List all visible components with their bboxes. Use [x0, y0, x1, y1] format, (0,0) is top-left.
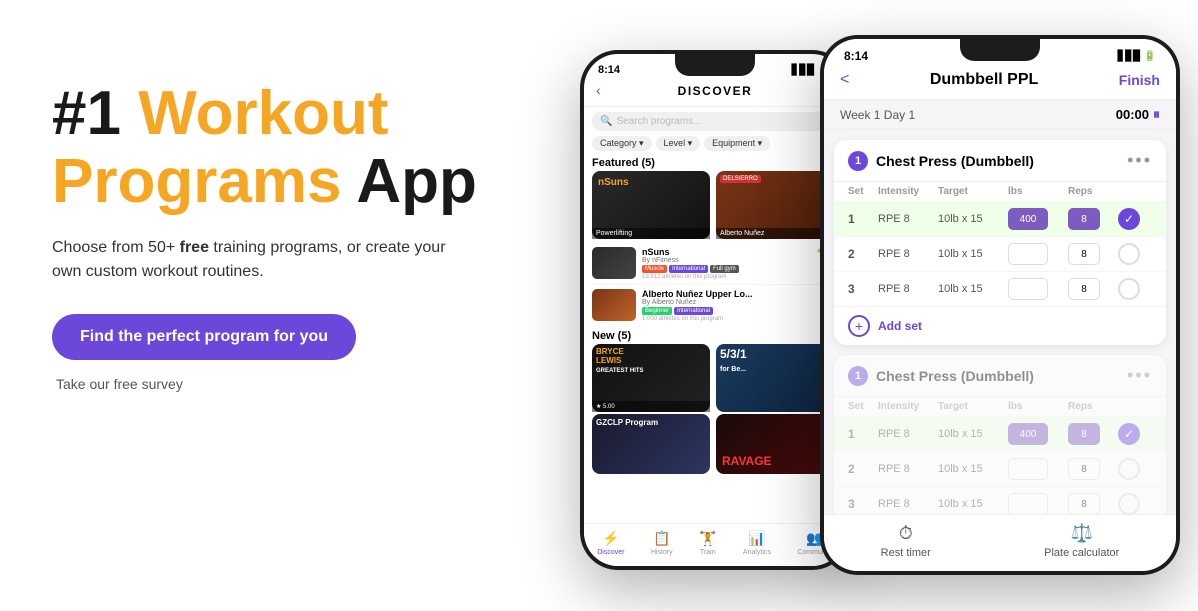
add-set-label: Add set — [878, 319, 922, 333]
filter-equipment[interactable]: Equipment ▾ — [704, 136, 770, 151]
reps-input-2[interactable]: 8 — [1068, 243, 1100, 265]
new-card-1[interactable]: BRYCELEWISGREATEST HITS ★ 5.00 — [592, 344, 710, 412]
exercise-number: 1 — [848, 151, 868, 171]
nav-train[interactable]: 🏋️ Train — [699, 530, 716, 556]
finish-button[interactable]: Finish — [1119, 72, 1160, 88]
featured-label: Featured (5) — [584, 155, 846, 171]
add-set-row[interactable]: + Add set — [834, 307, 1166, 345]
set-num-1: 1 — [848, 212, 878, 226]
lbs-input-3[interactable] — [1008, 278, 1048, 300]
set-target-3: 10lb x 15 — [938, 283, 1008, 295]
workout-title: Dumbbell PPL — [930, 71, 1038, 89]
set-intensity-3: RPE 8 — [878, 283, 938, 295]
hero-title: #1 Workout Programs App — [52, 80, 532, 216]
reps-input-1[interactable]: 8 — [1068, 208, 1100, 230]
set-intensity-1: RPE 8 — [878, 213, 938, 225]
back-button[interactable]: < — [840, 71, 849, 89]
nav-discover[interactable]: ⚡ Discover — [597, 530, 624, 556]
title-number: #1 — [52, 79, 121, 148]
phone-discover: 8:14 ▋▊▉ 🔋 ‹ DISCOVER 🔍 Search programs.… — [580, 50, 850, 570]
nav-history[interactable]: 📋 History — [651, 530, 673, 556]
pause-icon[interactable]: ⏸ — [1153, 106, 1160, 123]
more-options[interactable]: ••• — [1127, 150, 1152, 171]
week-info: Week 1 Day 1 00:00 ⏸ — [824, 100, 1176, 130]
nav-analytics[interactable]: 📊 Analytics — [743, 530, 771, 556]
tracker-header: < Dumbbell PPL Finish — [824, 67, 1176, 100]
hero-section: #1 Workout Programs App Choose from 50+ … — [52, 80, 532, 392]
filter-category[interactable]: Category ▾ — [592, 136, 652, 151]
set-num-2: 2 — [848, 247, 878, 261]
title-suffix: App — [356, 147, 477, 216]
program-list: nSuns By nFitness Muscle International F… — [584, 243, 846, 328]
set-intensity-2: RPE 8 — [878, 248, 938, 260]
lower-card-2[interactable]: RAVAGE — [716, 414, 834, 474]
check-2[interactable] — [1118, 243, 1140, 265]
timer: 00:00 ⏸ — [1116, 106, 1160, 123]
cta-button[interactable]: Find the perfect program for you — [52, 314, 356, 360]
exercise-section-1: 1 Chest Press (Dumbbell) ••• Set Intensi… — [834, 140, 1166, 345]
rest-timer-btn[interactable]: ⏱ Rest timer — [881, 523, 931, 559]
phone-notch — [675, 54, 755, 76]
hero-subtitle: Choose from 50+ free training programs, … — [52, 236, 472, 284]
survey-link[interactable]: Take our free survey — [56, 376, 532, 392]
search-bar[interactable]: 🔍 Search programs... — [592, 112, 838, 131]
lbs-input-2[interactable] — [1008, 243, 1048, 265]
add-set-icon: + — [848, 315, 870, 337]
new-card-2[interactable]: 5/3/1for Be... — [716, 344, 834, 412]
status-time-left: 8:14 — [598, 64, 620, 76]
set-target-1: 10lb x 15 — [938, 213, 1008, 225]
phone-tracker: 8:14 ▋▊▉ 🔋 < Dumbbell PPL Finish Week 1 … — [820, 35, 1180, 575]
discover-title: DISCOVER — [678, 84, 753, 98]
back-icon-left[interactable]: ‹ — [596, 82, 601, 98]
nsuns-logo: nSuns — [598, 177, 629, 188]
program-item-2[interactable]: Alberto Nuñez Upper Lo... By Alberto Nuñ… — [592, 285, 838, 326]
check-3[interactable] — [1118, 278, 1140, 300]
featured-card-1[interactable]: nSuns Powerlifting — [592, 171, 710, 239]
set-row-3: 3 RPE 8 10lb x 15 8 — [834, 272, 1166, 307]
lower-card-1[interactable]: GZCLP Program — [592, 414, 710, 474]
tracker-footer: ⏱ Rest timer ⚖️ Plate calculator — [824, 514, 1176, 571]
set-row-1: 1 RPE 8 10lb x 15 400 8 ✓ — [834, 202, 1166, 237]
featured-card-2[interactable]: DELSIERRO Alberto Nuñez — [716, 171, 834, 239]
phone-notch-right — [960, 39, 1040, 61]
set-row-2: 2 RPE 8 10lb x 15 8 — [834, 237, 1166, 272]
phone-nav: ⚡ Discover 📋 History 🏋️ Train 📊 Analytic… — [584, 523, 846, 566]
set-table-header: Set Intensity Target lbs Reps — [834, 182, 1166, 202]
check-1[interactable]: ✓ — [1118, 208, 1140, 230]
featured-badge: DELSIERRO — [720, 175, 761, 183]
program-item-1[interactable]: nSuns By nFitness Muscle International F… — [592, 243, 838, 285]
exercise-name: Chest Press (Dumbbell) — [876, 153, 1127, 169]
new-label: New (5) — [584, 328, 846, 344]
set-num-3: 3 — [848, 282, 878, 296]
reps-input-3[interactable]: 8 — [1068, 278, 1100, 300]
plate-calc-btn[interactable]: ⚖️ Plate calculator — [1044, 523, 1119, 559]
lbs-input-1[interactable]: 400 — [1008, 208, 1048, 230]
set-target-2: 10lb x 15 — [938, 248, 1008, 260]
status-time-right: 8:14 — [844, 49, 868, 63]
status-icons-right: ▋▊▉ 🔋 — [1118, 51, 1156, 62]
filter-level[interactable]: Level ▾ — [656, 136, 701, 151]
